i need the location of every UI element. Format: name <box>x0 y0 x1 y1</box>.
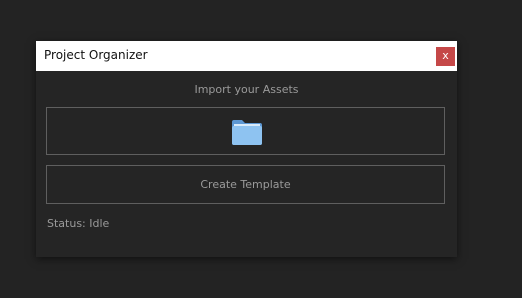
project-organizer-window: Project Organizer x Import your Assets C… <box>36 41 457 257</box>
import-assets-button[interactable] <box>46 107 445 155</box>
create-template-button[interactable]: Create Template <box>46 165 445 204</box>
title-bar: Project Organizer x <box>36 41 457 71</box>
folder-icon <box>232 120 262 145</box>
window-title: Project Organizer <box>44 48 148 62</box>
import-heading: Import your Assets <box>194 83 299 96</box>
status-text: Status: Idle <box>47 217 110 230</box>
close-button[interactable]: x <box>436 47 455 66</box>
